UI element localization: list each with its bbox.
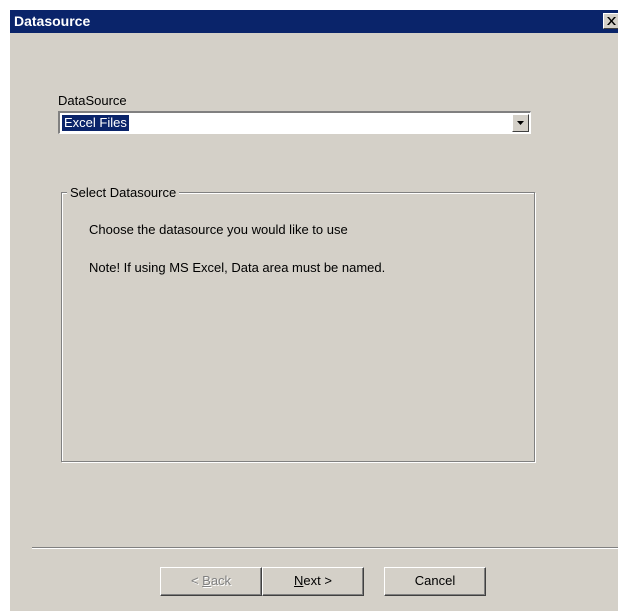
chevron-down-icon xyxy=(517,121,524,125)
next-mnemonic: N xyxy=(294,573,304,588)
back-prefix: < xyxy=(190,573,203,588)
separator xyxy=(32,547,618,549)
dropdown-button[interactable] xyxy=(512,114,529,132)
back-button[interactable]: < Back xyxy=(160,567,262,596)
group-title: Select Datasource xyxy=(67,185,180,200)
close-icon xyxy=(607,17,616,25)
datasource-selected-value: Excel Files xyxy=(62,115,129,131)
window-title: Datasource xyxy=(14,13,91,29)
back-rest: ack xyxy=(210,573,232,588)
cancel-button[interactable]: Cancel xyxy=(384,567,486,596)
instruction-text: Choose the datasource you would like to … xyxy=(89,222,348,237)
close-button[interactable] xyxy=(603,13,618,29)
datasource-label: DataSource xyxy=(58,93,127,108)
next-rest: ext > xyxy=(303,573,332,588)
datasource-select[interactable]: Excel Files xyxy=(58,111,531,134)
note-text: Note! If using MS Excel, Data area must … xyxy=(89,260,386,275)
back-mnemonic: B xyxy=(202,573,211,588)
next-button[interactable]: Next > xyxy=(262,567,364,596)
datasource-dialog: Datasource DataSource Excel Files Select… xyxy=(10,10,618,611)
title-bar: Datasource xyxy=(10,10,618,33)
